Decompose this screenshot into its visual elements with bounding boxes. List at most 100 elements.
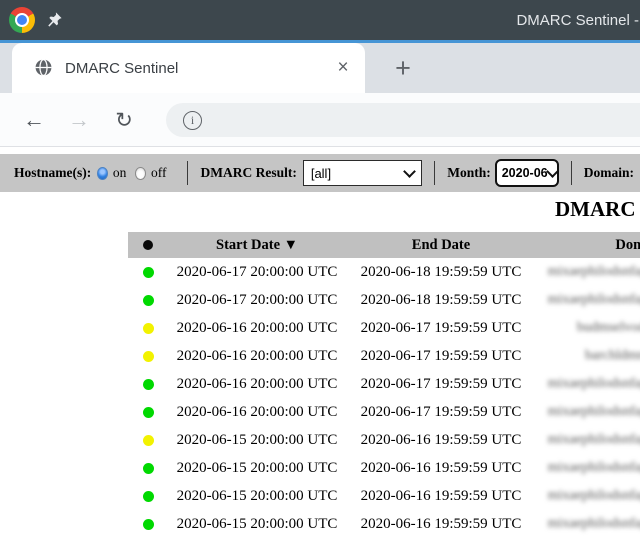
page-info-icon[interactable]: i — [183, 111, 202, 130]
start-date-cell: 2020-06-16 20:00:00 UTC — [168, 370, 346, 398]
month-value: 2020-06 — [502, 166, 548, 180]
domain-cell: mixaephilodsnfagmbocrhelt.com — [536, 258, 640, 286]
table-header-row: Start Date ▼ End Date Domain — [128, 232, 640, 258]
end-date-cell: 2020-06-17 19:59:59 UTC — [346, 398, 536, 426]
table-row: 2020-06-15 20:00:00 UTC 2020-06-16 19:59… — [128, 510, 640, 537]
domain-cell: mixaephilodsnfagmbocrhelt.com — [536, 482, 640, 510]
start-date-cell: 2020-06-16 20:00:00 UTC — [168, 314, 346, 342]
dmarc-result-label: DMARC Result: — [200, 165, 296, 181]
page-content: DMARC Start Date ▼ End Date Domain 2020-… — [0, 192, 640, 537]
tab-strip: DMARC Sentinel × + — [0, 43, 640, 93]
status-dot — [143, 519, 154, 530]
month-label: Month: — [447, 165, 491, 181]
domain-cell: budmselvodsnfeg.com — [536, 314, 640, 342]
start-date-cell: 2020-06-16 20:00:00 UTC — [168, 342, 346, 370]
table-row: 2020-06-15 20:00:00 UTC 2020-06-16 19:59… — [128, 426, 640, 454]
dmarc-result-select[interactable]: [all] — [303, 160, 422, 186]
table-row: 2020-06-17 20:00:00 UTC 2020-06-18 19:59… — [128, 286, 640, 314]
filter-divider — [187, 161, 188, 185]
start-date-cell: 2020-06-15 20:00:00 UTC — [168, 454, 346, 482]
domain-cell: mixaephilodsnfagmbocrhelt.com — [536, 370, 640, 398]
end-date-cell: 2020-06-16 19:59:59 UTC — [346, 510, 536, 537]
dmarc-result-value: [all] — [311, 166, 331, 181]
pushpin-icon — [46, 11, 63, 33]
status-cell — [128, 398, 168, 426]
domain-column-header[interactable]: Domain — [536, 232, 640, 258]
status-dot — [143, 323, 154, 334]
tab-dmarc-sentinel[interactable]: DMARC Sentinel × — [12, 43, 365, 93]
table-row: 2020-06-17 20:00:00 UTC 2020-06-18 19:59… — [128, 258, 640, 286]
forward-button: → — [64, 93, 94, 147]
end-date-cell: 2020-06-18 19:59:59 UTC — [346, 286, 536, 314]
status-header-dot-icon — [143, 240, 153, 250]
status-dot — [143, 463, 154, 474]
filter-divider — [571, 161, 572, 185]
chevron-down-icon — [403, 165, 416, 178]
start-date-cell: 2020-06-15 20:00:00 UTC — [168, 426, 346, 454]
domain-cell: mixaephilodsnfagmbocrhelt.com — [536, 286, 640, 314]
domain-cell: barchldmnesvt.com — [536, 342, 640, 370]
status-cell — [128, 510, 168, 537]
dmarc-report-table: Start Date ▼ End Date Domain 2020-06-17 … — [128, 232, 640, 537]
domain-cell: mixaephilodsnfagmbocrhelt.com — [536, 454, 640, 482]
status-dot — [143, 407, 154, 418]
domain-cell: mixaephilodsnfagmbocrhelt.com — [536, 510, 640, 537]
status-cell — [128, 370, 168, 398]
status-dot — [143, 351, 154, 362]
start-date-cell: 2020-06-15 20:00:00 UTC — [168, 482, 346, 510]
table-row: 2020-06-16 20:00:00 UTC 2020-06-17 19:59… — [128, 398, 640, 426]
filter-bar: Hostname(s): on off DMARC Result: [all] … — [0, 154, 640, 192]
chrome-logo-icon — [9, 7, 35, 33]
status-cell — [128, 482, 168, 510]
start-date-cell: 2020-06-16 20:00:00 UTC — [168, 398, 346, 426]
status-dot — [143, 267, 154, 278]
back-button[interactable]: ← — [19, 93, 49, 147]
hostnames-label: Hostname(s): — [14, 165, 91, 181]
window-title: DMARC Sentinel - — [516, 0, 640, 40]
status-cell — [128, 454, 168, 482]
status-dot — [143, 295, 154, 306]
table-row: 2020-06-16 20:00:00 UTC 2020-06-17 19:59… — [128, 370, 640, 398]
window-title-bar: DMARC Sentinel - — [0, 0, 640, 40]
new-tab-button[interactable]: + — [388, 43, 418, 93]
hostnames-off-label[interactable]: off — [151, 165, 167, 181]
start-date-cell: 2020-06-15 20:00:00 UTC — [168, 510, 346, 537]
end-date-cell: 2020-06-18 19:59:59 UTC — [346, 258, 536, 286]
end-date-cell: 2020-06-16 19:59:59 UTC — [346, 482, 536, 510]
domain-label: Domain: — [584, 165, 634, 181]
table-row: 2020-06-16 20:00:00 UTC 2020-06-17 19:59… — [128, 314, 640, 342]
domain-cell: mixaephilodsnfagmbocrhelt.com — [536, 398, 640, 426]
hostnames-on-radio[interactable] — [97, 167, 108, 180]
page-title: DMARC — [555, 197, 635, 222]
tab-title: DMARC Sentinel — [65, 43, 178, 93]
end-date-cell: 2020-06-17 19:59:59 UTC — [346, 370, 536, 398]
end-date-cell: 2020-06-16 19:59:59 UTC — [346, 426, 536, 454]
address-bar[interactable]: i — [166, 103, 640, 137]
domain-cell: mixaephilodsnfagmbocrhelt.com — [536, 426, 640, 454]
end-date-cell: 2020-06-17 19:59:59 UTC — [346, 342, 536, 370]
globe-favicon-icon — [34, 58, 53, 77]
month-select[interactable]: 2020-06 — [495, 159, 559, 187]
status-column-header[interactable] — [128, 232, 168, 258]
end-date-column-header[interactable]: End Date — [346, 232, 536, 258]
start-date-column-header[interactable]: Start Date ▼ — [168, 232, 346, 258]
start-date-cell: 2020-06-17 20:00:00 UTC — [168, 258, 346, 286]
table-row: 2020-06-15 20:00:00 UTC 2020-06-16 19:59… — [128, 454, 640, 482]
status-cell — [128, 426, 168, 454]
reload-button[interactable]: ↻ — [109, 93, 139, 147]
browser-toolbar: ← → ↻ i — [0, 93, 640, 147]
status-dot — [143, 435, 154, 446]
status-dot — [143, 491, 154, 502]
table-row: 2020-06-16 20:00:00 UTC 2020-06-17 19:59… — [128, 342, 640, 370]
start-date-cell: 2020-06-17 20:00:00 UTC — [168, 286, 346, 314]
status-dot — [143, 379, 154, 390]
status-cell — [128, 342, 168, 370]
hostnames-on-label[interactable]: on — [113, 165, 127, 181]
end-date-cell: 2020-06-16 19:59:59 UTC — [346, 454, 536, 482]
tab-close-icon[interactable]: × — [331, 43, 355, 93]
status-cell — [128, 286, 168, 314]
filter-divider — [434, 161, 435, 185]
hostnames-off-radio[interactable] — [135, 167, 146, 180]
status-cell — [128, 314, 168, 342]
status-cell — [128, 258, 168, 286]
